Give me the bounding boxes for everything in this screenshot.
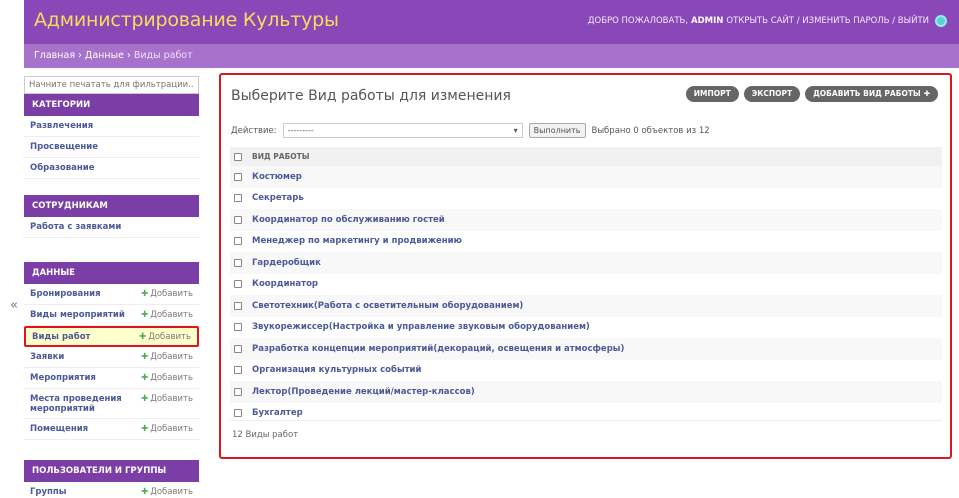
export-button[interactable]: ЭКСПОРТ [743,86,801,102]
object-tools: ИМПОРТ ЭКСПОРТ ДОБАВИТЬ ВИД РАБОТЫ ✚ [685,86,938,102]
breadcrumb: Главная › Данные › Виды работ [24,44,959,68]
row-checkbox[interactable] [234,194,242,203]
row-link[interactable]: Светотехник(Работа с осветительным обору… [252,301,523,311]
module-caption-users-groups[interactable]: ПОЛЬЗОВАТЕЛИ И ГРУППЫ [24,460,199,482]
add-link[interactable]: ✚ Добавить [141,310,193,320]
table-row: Менеджер по маркетингу и продвижению [230,231,942,253]
table-row: Координатор по обслуживанию гостей [230,209,942,231]
add-link[interactable]: ✚ Добавить [139,332,191,342]
username: ADMIN [691,16,724,26]
row-link[interactable]: Гардеробщик [252,258,321,268]
plus-icon: ✚ [141,352,149,362]
add-link[interactable]: ✚ Добавить [141,373,193,383]
table-row: Разработка концепции мероприятий(декорац… [230,338,942,360]
run-action-button[interactable]: Выполнить [528,123,586,138]
page-title: Выберите Вид работы для изменения [231,88,511,104]
module-caption-categories[interactable]: КАТЕГОРИИ [24,94,199,116]
table-row: Секретарь [230,188,942,210]
site-title[interactable]: Администрирование Культуры [34,9,339,31]
sidebar-item-bookings[interactable]: Бронирования ✚ Добавить [24,284,199,305]
table-row: Организация культурных событий [230,360,942,382]
sidebar-item-venues[interactable]: Места проведения мероприятий ✚ Добавить [24,389,199,419]
sidebar: КАТЕГОРИИ Развлечения Просвещение Образо… [24,72,199,498]
plus-icon: ✚ [141,310,149,320]
breadcrumb-home[interactable]: Главная [34,50,75,61]
sidebar-item-education[interactable]: Образование [24,158,199,179]
row-checkbox[interactable] [234,366,242,375]
row-link[interactable]: Организация культурных событий [252,365,421,375]
table-row: Лектор(Проведение лекций/мастер-классов) [230,381,942,403]
user-links[interactable]: ОТКРЫТЬ САЙТ / ИЗМЕНИТЬ ПАРОЛЬ / ВЫЙТИ [726,16,929,26]
table-row: Координатор [230,274,942,296]
nav-filter-input[interactable] [24,76,199,94]
row-link[interactable]: Разработка концепции мероприятий(декорац… [252,344,624,354]
table-header: ВИД РАБОТЫ [230,147,942,166]
results-table: ВИД РАБОТЫ Костюмер Секретарь Координатор … [230,147,942,424]
row-checkbox[interactable] [234,387,242,396]
breadcrumb-current: Виды работ [133,50,193,61]
result-count: 12 Виды работ [232,430,299,440]
add-link[interactable]: ✚ Добавить [141,289,193,299]
module-caption-staff[interactable]: СОТРУДНИКАМ [24,195,199,217]
table-row: Звукорежиссер(Настройка и управление зву… [230,317,942,339]
row-link[interactable]: Координатор по обслуживанию гостей [252,215,445,225]
module-caption-data[interactable]: ДАННЫЕ [24,262,199,284]
chevron-down-icon: ▾ [513,126,518,135]
sidebar-item-rooms[interactable]: Помещения ✚ Добавить [24,419,199,440]
sidebar-item-requests-work[interactable]: Работа с заявками [24,217,199,238]
sidebar-item-requests[interactable]: Заявки ✚ Добавить [24,347,199,368]
add-link[interactable]: ✚ Добавить [141,394,193,404]
row-checkbox[interactable] [234,409,242,418]
plus-icon: ✚ [141,487,149,497]
row-link[interactable]: Координатор [252,279,318,289]
breadcrumb-data[interactable]: Данные [85,50,124,61]
sidebar-item-events[interactable]: Мероприятия ✚ Добавить [24,368,199,389]
row-checkbox[interactable] [234,323,242,332]
actions-bar: Действие: --------- ▾ Выполнить Выбрано … [231,123,710,138]
sidebar-item-work-types[interactable]: Виды работ ✚ Добавить [24,326,199,347]
add-link[interactable]: ✚ Добавить [141,352,193,362]
sidebar-item-entertainment[interactable]: Развлечения [24,116,199,137]
row-link[interactable]: Лектор(Проведение лекций/мастер-классов) [252,387,475,397]
plus-icon: ✚ [923,89,930,98]
row-checkbox[interactable] [234,301,242,310]
row-checkbox[interactable] [234,172,242,181]
row-link[interactable]: Звукорежиссер(Настройка и управление зву… [252,322,590,332]
header: Администрирование Культуры ДОБРО ПОЖАЛОВ… [24,0,959,44]
add-work-type-button[interactable]: ДОБАВИТЬ ВИД РАБОТЫ ✚ [805,86,938,102]
sidebar-item-event-types[interactable]: Виды мероприятий ✚ Добавить [24,305,199,326]
row-checkbox[interactable] [234,215,242,224]
column-header-work-type[interactable]: ВИД РАБОТЫ [252,152,310,161]
row-link[interactable]: Менеджер по маркетингу и продвижению [252,236,462,246]
table-row: Костюмер [230,166,942,188]
import-button[interactable]: ИМПОРТ [685,86,739,102]
row-checkbox[interactable] [234,344,242,353]
welcome-text: ДОБРО ПОЖАЛОВАТЬ, [587,16,689,26]
selection-counter: Выбрано 0 объектов из 12 [591,125,710,136]
user-tools: ДОБРО ПОЖАЛОВАТЬ, ADMIN ОТКРЫТЬ САЙТ / И… [588,15,947,27]
sidebar-item-enlightenment[interactable]: Просвещение [24,137,199,158]
theme-toggle-icon[interactable] [935,15,947,27]
add-link[interactable]: ✚ Добавить [141,487,193,497]
table-row: Гардеробщик [230,252,942,274]
row-checkbox[interactable] [234,237,242,246]
row-link[interactable]: Бухгалтер [252,408,303,418]
plus-icon: ✚ [141,424,149,434]
row-checkbox[interactable] [234,258,242,267]
row-checkbox[interactable] [234,280,242,289]
row-link[interactable]: Костюмер [252,172,302,182]
plus-icon: ✚ [141,394,149,404]
changelist-content: Выберите Вид работы для изменения ИМПОРТ… [219,73,952,459]
plus-icon: ✚ [139,331,147,342]
action-select[interactable]: --------- ▾ [282,123,523,138]
action-label: Действие: [231,125,277,136]
add-link[interactable]: ✚ Добавить [141,424,193,434]
plus-icon: ✚ [141,289,149,299]
table-row: Светотехник(Работа с осветительным обору… [230,295,942,317]
collapse-sidebar-icon[interactable]: « [10,298,18,313]
sidebar-item-groups[interactable]: Группы ✚ Добавить [24,482,199,498]
plus-icon: ✚ [141,373,149,383]
row-link[interactable]: Секретарь [252,193,304,203]
select-all-checkbox[interactable] [234,152,242,161]
